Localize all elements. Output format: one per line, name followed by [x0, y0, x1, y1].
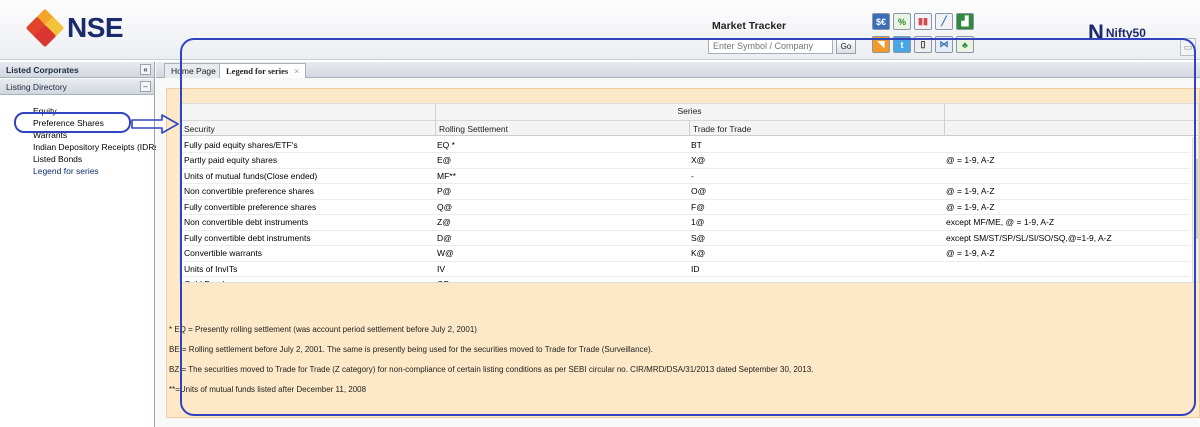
- highlight-circle: [14, 112, 131, 133]
- currency-icon[interactable]: $€: [872, 13, 890, 30]
- sidebar-item-legend-for-series[interactable]: Legend for series: [33, 165, 154, 177]
- sidebar-panel-header: Listed Corporates «: [0, 62, 154, 78]
- listing-directory-title: Listing Directory: [6, 82, 67, 92]
- market-tracker-title: Market Tracker: [712, 20, 787, 32]
- nse-logo[interactable]: NSE: [25, 8, 124, 48]
- bar-chart-icon[interactable]: ▮▮: [914, 13, 932, 30]
- sidebar-panel-title: Listed Corporates: [6, 65, 79, 75]
- listing-directory-header[interactable]: Listing Directory –: [0, 79, 154, 95]
- sidebar-item-listed-bonds[interactable]: Listed Bonds: [33, 153, 154, 165]
- percent-icon[interactable]: %: [893, 13, 911, 30]
- collapse-section-button[interactable]: –: [140, 81, 151, 92]
- sidebar-item-idrs[interactable]: Indian Depository Receipts (IDRs: [33, 141, 159, 153]
- nse-logo-text: NSE: [67, 12, 124, 43]
- highlight-box: [180, 38, 1196, 416]
- map-icon[interactable]: ▟: [956, 13, 974, 30]
- line-chart-icon[interactable]: ╱: [935, 13, 953, 30]
- annotation-arrow-icon: [131, 114, 179, 134]
- collapse-sidebar-button[interactable]: «: [140, 64, 151, 75]
- nse-logo-mark-icon: [25, 8, 65, 48]
